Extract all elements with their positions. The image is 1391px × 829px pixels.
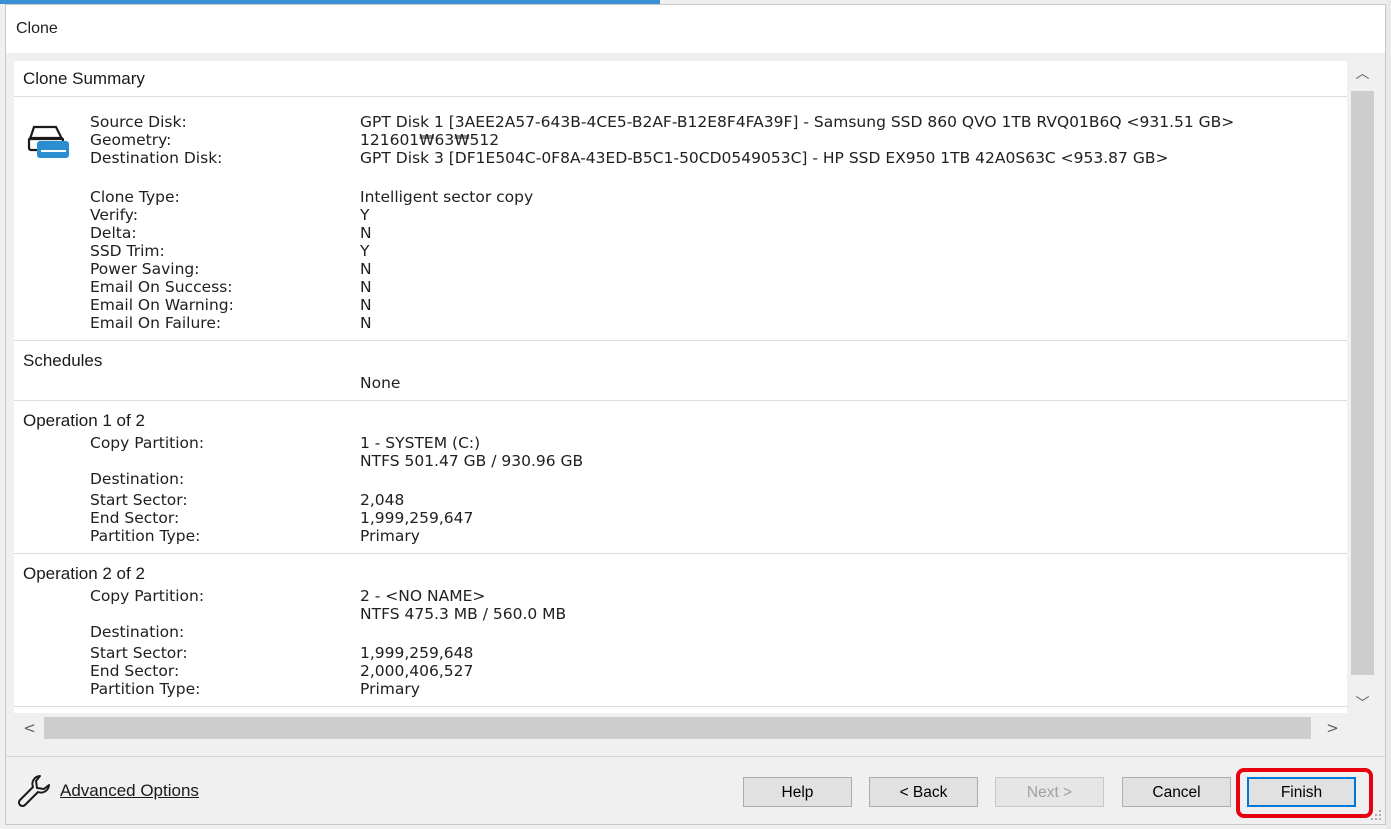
op1-start-sector-value: 2,048 [360,491,405,509]
scroll-left-icon[interactable]: < [16,713,43,744]
op2-partition-size: NTFS 475.3 MB / 560.0 MB [360,605,567,623]
op2-start-sector-value: 1,999,259,648 [360,644,474,662]
op1-end-sector-value: 1,999,259,647 [360,509,474,527]
ssd-trim-value: Y [360,242,370,260]
op2-partition-type-label: Partition Type: [90,680,201,698]
wrench-icon[interactable] [16,773,52,809]
op2-end-sector-value: 2,000,406,527 [360,662,474,680]
divider [14,553,1347,554]
back-button[interactable]: < Back [869,777,978,807]
horizontal-scroll-thumb[interactable] [44,717,1311,739]
clone-type-value: Intelligent sector copy [360,188,534,206]
destination-disk-label: Destination Disk: [90,149,223,167]
vertical-scroll-thumb[interactable] [1351,91,1374,675]
delta-label: Delta: [90,224,137,242]
op1-copy-partition-value: 1 - SYSTEM (C:) [360,434,481,452]
footer-divider [6,756,1385,757]
clone-summary-heading: Clone Summary [23,69,145,88]
power-saving-value: N [360,260,372,278]
email-on-failure-value: N [360,314,372,332]
destination-disk-value: GPT Disk 3 [DF1E504C-0F8A-43ED-B5C1-50CD… [360,149,1169,167]
delta-value: N [360,224,372,242]
op2-copy-partition-value: 2 - <NO NAME> [360,587,486,605]
op1-partition-size: NTFS 501.47 GB / 930.96 GB [360,452,584,470]
vertical-scrollbar[interactable]: ︿ ﹀ [1349,61,1376,719]
op1-partition-type-label: Partition Type: [90,527,201,545]
op2-copy-partition-label: Copy Partition: [90,587,205,605]
operation-2-heading: Operation 2 of 2 [23,564,145,583]
next-button[interactable]: Next > [995,777,1104,807]
divider [14,706,1347,707]
schedules-heading: Schedules [23,351,103,370]
title-bar: Clone [6,5,1385,53]
scroll-right-icon[interactable]: > [1319,713,1346,744]
source-disk-value: GPT Disk 1 [3AEE2A57-643B-4CE5-B2AF-B12E… [360,113,1235,131]
advanced-options-link[interactable]: Advanced Options [60,781,199,801]
op2-start-sector-label: Start Sector: [90,644,188,662]
clone-type-label: Clone Type: [90,188,180,206]
email-on-warning-value: N [360,296,372,314]
source-disk-label: Source Disk: [90,113,187,131]
scroll-up-icon[interactable]: ︿ [1349,61,1376,88]
operation-1-heading: Operation 1 of 2 [23,411,145,430]
email-on-success-label: Email On Success: [90,278,233,296]
divider [14,340,1347,341]
cancel-button[interactable]: Cancel [1122,777,1231,807]
help-button[interactable]: Help [743,777,852,807]
window-title: Clone [16,20,58,37]
summary-panel: Clone Summary Source Disk: GPT Disk 1 [3… [14,61,1347,713]
schedules-value: None [360,374,401,392]
background-window-edge [1386,0,1391,829]
op2-end-sector-label: End Sector: [90,662,180,680]
email-on-warning-label: Email On Warning: [90,296,234,314]
geometry-value: 121601₩63₩512 [360,131,500,149]
clone-dialog: Clone Clone Summary Source Disk: GPT Dis… [5,4,1386,825]
scroll-down-icon[interactable]: ﹀ [1349,691,1376,718]
op2-partition-type-value: Primary [360,680,420,698]
disk-icon [27,125,69,158]
op1-partition-type-value: Primary [360,527,420,545]
horizontal-scrollbar[interactable]: < > [14,713,1349,744]
op1-destination-label: Destination: [90,470,185,488]
divider [14,400,1347,401]
email-on-success-value: N [360,278,372,296]
op1-start-sector-label: Start Sector: [90,491,188,509]
op2-destination-label: Destination: [90,623,185,641]
geometry-label: Geometry: [90,131,172,149]
divider [14,96,1347,97]
verify-value: Y [360,206,370,224]
verify-label: Verify: [90,206,139,224]
email-on-failure-label: Email On Failure: [90,314,222,332]
op1-copy-partition-label: Copy Partition: [90,434,205,452]
power-saving-label: Power Saving: [90,260,200,278]
resize-grip-icon[interactable] [1370,809,1382,821]
finish-highlight-annotation [1236,768,1373,818]
ssd-trim-label: SSD Trim: [90,242,165,260]
op1-end-sector-label: End Sector: [90,509,180,527]
